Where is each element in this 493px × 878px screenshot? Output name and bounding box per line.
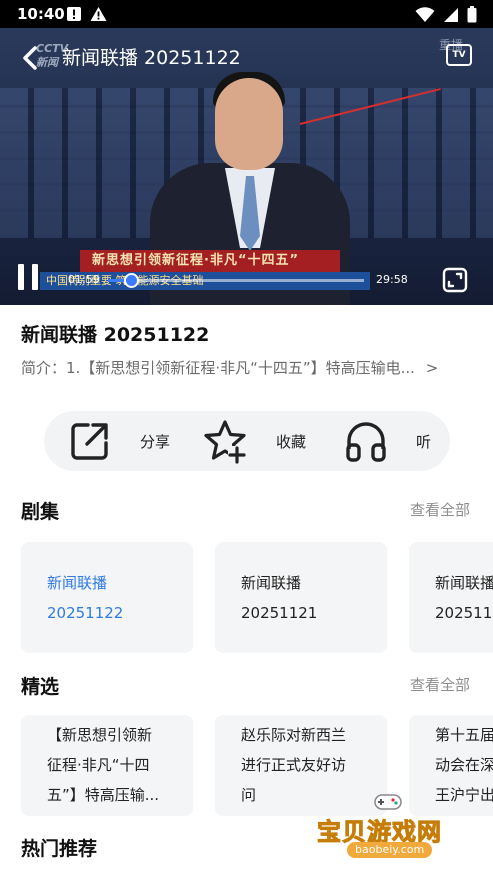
episode-name: 新闻联播 — [435, 574, 493, 592]
video-player[interactable]: CCTV 新闻 重播 新思想引领新征程·非凡“十四五” 中国特别重要·筑牢能源安… — [0, 28, 493, 305]
status-bar: 10:40 — [0, 0, 493, 28]
episode-date: 20251121 — [241, 604, 318, 622]
news-ticker: 新思想引领新征程·非凡“十四五” — [80, 250, 340, 272]
progress-thumb[interactable] — [123, 273, 139, 288]
status-left-icons — [66, 6, 107, 22]
hot-title: 热门推荐 — [21, 838, 98, 860]
chevron-right-icon: > — [425, 359, 439, 377]
program-summary[interactable]: 简介：1.【新思想引领新征程·非凡“十四五”】特高压输电... > — [21, 357, 438, 378]
featured-card[interactable]: 【新思想引领新 征程·非凡“十四 五”】特高压输... — [21, 715, 193, 816]
featured-view-all[interactable]: 查看全部 — [410, 674, 470, 695]
listen-button[interactable]: 听 — [344, 411, 431, 471]
episode-date: 2025112 — [435, 604, 493, 622]
summary-text: 简介：1.【新思想引领新征程·非凡“十四五”】特高压输电... — [21, 359, 415, 377]
warning-icon — [90, 7, 107, 21]
star-add-icon — [204, 420, 246, 464]
featured-text-line: 五”】特高压输... — [47, 786, 160, 804]
episode-name: 新闻联播 — [241, 574, 302, 592]
video-title: 新闻联播 20251122 — [62, 47, 241, 69]
watermark-url: baobeiy.com — [347, 842, 433, 858]
featured-title: 精选 — [21, 676, 60, 698]
favorite-button[interactable]: 收藏 — [202, 411, 306, 471]
back-arrow-icon[interactable] — [16, 44, 44, 72]
headphones-icon — [346, 422, 386, 462]
listen-label: 听 — [416, 432, 432, 451]
alert-icon — [67, 7, 81, 21]
share-label: 分享 — [140, 432, 171, 451]
status-time: 10:40 — [17, 5, 65, 23]
share-icon — [71, 423, 108, 460]
featured-text-line: 【新思想引领新 — [47, 726, 153, 744]
featured-text-line: 进行正式友好访 — [241, 756, 347, 774]
episodes-title: 剧集 — [21, 501, 60, 523]
featured-text-line: 第十五届 — [435, 726, 493, 744]
anchor-face — [215, 78, 283, 170]
site-watermark: 宝贝游戏网 baobeiy.com — [317, 790, 462, 860]
pause-button[interactable] — [18, 264, 40, 290]
featured-text-line: 赵乐际对新西兰 — [241, 726, 347, 744]
featured-text-line: 征程·非凡“十四 — [47, 756, 150, 774]
progress-fill — [108, 279, 125, 282]
episodes-view-all[interactable]: 查看全部 — [410, 499, 470, 520]
action-bar: 分享 收藏 听 — [44, 411, 450, 471]
fullscreen-icon[interactable] — [442, 267, 468, 293]
gamepad-icon — [374, 794, 402, 810]
total-time: 29:58 — [376, 273, 408, 286]
episode-card[interactable]: 新闻联播 20251121 — [215, 542, 387, 653]
featured-text-line: 动会在深 — [435, 756, 493, 774]
pause-icon — [32, 264, 38, 290]
episode-card[interactable]: 新闻联播 20251122 — [21, 542, 193, 653]
pause-icon — [18, 264, 24, 290]
wifi-icon — [415, 6, 435, 22]
tv-cast-button[interactable]: TV — [446, 44, 472, 66]
status-right-icons — [415, 6, 477, 23]
current-time: 01:59 — [68, 273, 100, 286]
progress-bar[interactable] — [108, 273, 364, 288]
program-title: 新闻联播 20251122 — [21, 324, 210, 346]
episode-name: 新闻联播 — [47, 574, 108, 592]
favorite-label: 收藏 — [276, 432, 307, 451]
share-button[interactable]: 分享 — [68, 411, 170, 471]
episode-card[interactable]: 新闻联播 2025112 — [409, 542, 493, 653]
episode-date: 20251122 — [47, 604, 124, 622]
battery-icon — [467, 6, 477, 23]
signal-icon — [444, 7, 458, 22]
